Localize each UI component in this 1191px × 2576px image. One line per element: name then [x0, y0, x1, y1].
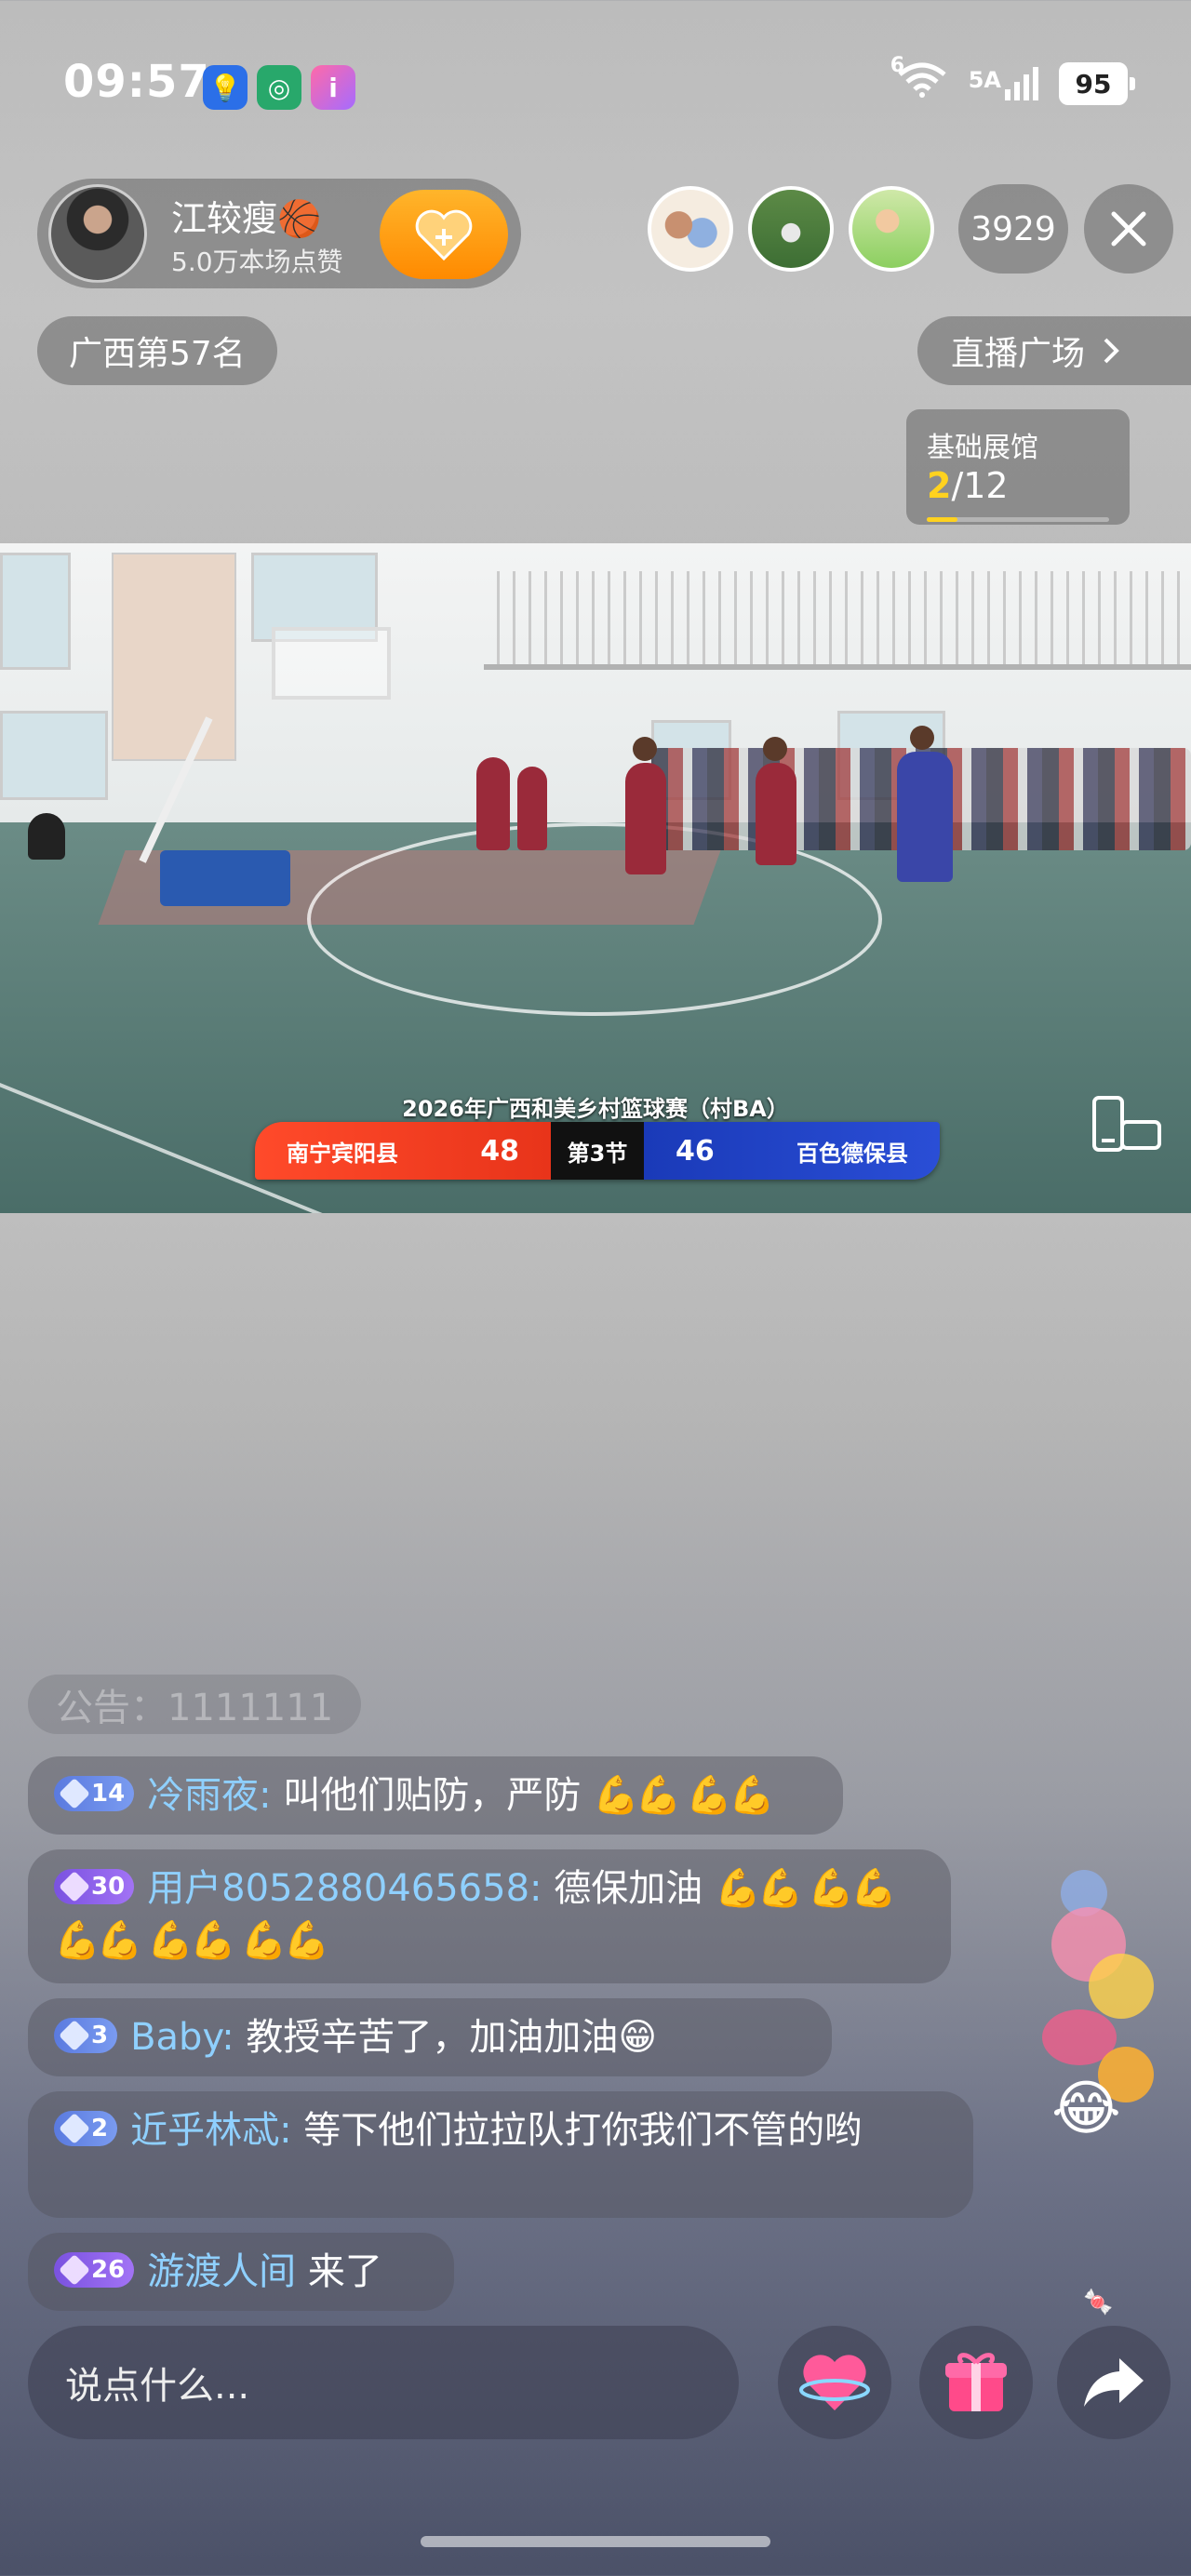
gallery-progress-bar — [927, 517, 1109, 522]
small-sparkle-icon: 🍬 — [1083, 2289, 1114, 2316]
battery-level: 95 — [1059, 62, 1128, 105]
home-team-panel: 南宁宾阳县 48 — [255, 1122, 551, 1180]
network-label: 6 — [890, 54, 905, 77]
chat-username[interactable]: 用户8052880465658: — [147, 1867, 542, 1910]
host-name[interactable]: 江较瘦🏀 — [171, 190, 321, 241]
viewer-avatar[interactable] — [748, 186, 834, 272]
chat-username[interactable]: Baby: — [130, 2016, 234, 2059]
info-app-icon: i — [311, 65, 355, 110]
diamond-icon — [59, 2020, 90, 2051]
chat-message[interactable]: 30 用户8052880465658: 德保加油 💪💪 💪💪 💪💪 💪💪 💪💪 — [28, 1849, 951, 1983]
chat-text: 教授辛苦了，加油加油😁 — [246, 2016, 658, 2059]
chevron-right-icon — [1104, 338, 1119, 364]
chat-text: 来了 — [307, 2250, 382, 2293]
comment-placeholder: 说点什么... — [65, 2365, 250, 2408]
game-period: 第3节 — [551, 1122, 644, 1180]
home-team-name: 南宁宾阳县 — [287, 1140, 398, 1167]
viewer-avatar[interactable] — [849, 186, 934, 272]
chat-message[interactable]: 26 游渡人间 来了 — [28, 2233, 454, 2311]
signal-icon: 5A — [969, 67, 1038, 100]
diamond-icon — [59, 2113, 90, 2144]
gift-button[interactable] — [919, 2326, 1033, 2439]
gift-icon — [945, 2353, 1007, 2411]
chat-emoji: 💪💪 💪💪 — [593, 1774, 775, 1817]
level-badge: 26 — [54, 2252, 135, 2288]
viewer-count[interactable]: 3929 — [958, 184, 1068, 274]
battery-icon: 95 — [1059, 62, 1135, 105]
chat-username[interactable]: 冷雨夜: — [147, 1774, 271, 1817]
level-badge: 3 — [54, 2018, 118, 2053]
level-badge: 2 — [54, 2111, 118, 2146]
away-team-name: 百色德保县 — [796, 1140, 908, 1167]
like-button[interactable] — [778, 2326, 891, 2439]
away-team-panel: 46 百色德保县 — [644, 1122, 940, 1180]
announcement-message: 公告：1111111 — [28, 1675, 362, 1734]
close-button[interactable] — [1084, 184, 1173, 274]
chat-username[interactable]: 游渡人间 — [147, 2250, 296, 2293]
chat-message[interactable]: 3 Baby: 教授辛苦了，加油加油😁 — [28, 1998, 832, 2076]
gallery-progress: 2/12 — [927, 465, 1009, 506]
diamond-icon — [59, 1778, 90, 1809]
away-team-score: 46 — [676, 1134, 715, 1168]
scoreboard: 南宁宾阳县 48 第3节 46 百色德保县 — [255, 1122, 940, 1180]
signal-label: 5A — [968, 67, 1001, 93]
diamond-icon — [59, 2254, 90, 2286]
live-plaza-button[interactable]: 直播广场 — [917, 316, 1191, 385]
host-likes: 5.0万本场点赞 — [171, 247, 343, 277]
level-badge: 14 — [54, 1776, 135, 1811]
share-button[interactable] — [1057, 2326, 1171, 2439]
chat-text: 德保加油 — [554, 1867, 703, 1910]
live-plaza-label: 直播广场 — [951, 335, 1086, 373]
home-team-score: 48 — [480, 1134, 519, 1168]
close-icon — [1111, 211, 1146, 247]
status-time: 09:57 — [63, 56, 210, 108]
chat-message[interactable]: 2 近乎林忒: 等下他们拉拉队打你我们不管的哟 — [28, 2091, 973, 2218]
follow-button[interactable] — [380, 190, 508, 279]
chat-text: 叫他们贴防，严防 — [283, 1774, 582, 1817]
diamond-icon — [59, 1871, 90, 1902]
lightbulb-app-icon: 💡 — [203, 65, 248, 110]
floating-likes-animation: 😂 — [1033, 1870, 1172, 2143]
gallery-title: 基础展馆 — [927, 432, 1038, 464]
chat-username[interactable]: 近乎林忒: — [130, 2109, 291, 2152]
level-badge: 30 — [54, 1869, 135, 1904]
comment-input[interactable]: 说点什么... — [28, 2326, 739, 2439]
home-indicator[interactable] — [421, 2536, 770, 2547]
viewer-avatar[interactable] — [648, 186, 733, 272]
scoreboard-title: 2026年广西和美乡村篮球赛（村BA） — [402, 1096, 789, 1122]
wechat-pay-app-icon: ◎ — [257, 65, 301, 110]
live-video[interactable]: 2026年广西和美乡村篮球赛（村BA） 南宁宾阳县 48 第3节 46 百色德保… — [0, 543, 1191, 1213]
chat-text: 等下他们拉拉队打你我们不管的哟 — [303, 2109, 863, 2152]
share-icon — [1084, 2358, 1144, 2407]
chat-message[interactable]: 14 冷雨夜: 叫他们贴防，严防 💪💪 💪💪 — [28, 1756, 843, 1835]
heart-icon — [799, 2355, 870, 2410]
status-indicators: 6 5A 95 — [890, 54, 1135, 106]
heart-plus-icon — [415, 209, 473, 260]
host-avatar[interactable] — [48, 184, 147, 283]
rank-badge[interactable]: 广西第57名 — [37, 316, 277, 385]
